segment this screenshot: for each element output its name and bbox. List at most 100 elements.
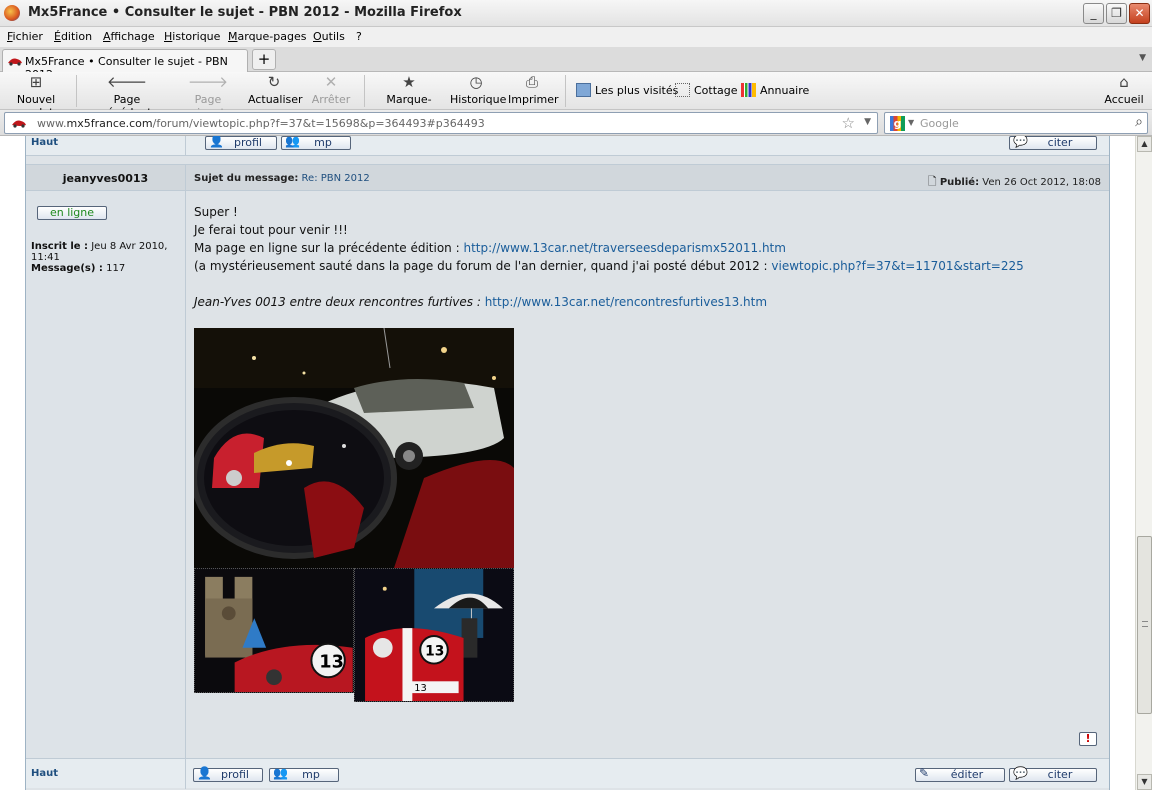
toolbar-separator	[76, 75, 77, 107]
tab-current[interactable]: Mx5France • Consulter le sujet - PBN 201…	[2, 49, 248, 81]
messages-label: Message(s) :	[31, 263, 103, 274]
bookmark-cottage[interactable]: Cottage	[675, 83, 738, 97]
mx5-favicon-icon	[12, 120, 26, 128]
message-text: Ma page en ligne sur la précédente éditi…	[194, 241, 464, 255]
user-icon: 👤	[209, 136, 224, 148]
menu-historique[interactable]: Historique	[164, 30, 220, 43]
tab-bar: Mx5France • Consulter le sujet - PBN 201…	[0, 47, 1152, 81]
minimize-button[interactable]: _	[1083, 3, 1104, 24]
post-header: jeanyves0013 Sujet du message: Re: PBN 2…	[26, 164, 1109, 192]
menu-marque-pages[interactable]: Marque-pages	[228, 30, 306, 43]
messages-count: 117	[106, 263, 126, 274]
pm-label: mp	[314, 136, 332, 149]
forum-thread-link[interactable]: viewtopic.php?f=37&t=11701&start=225	[771, 259, 1023, 273]
search-magnifier-icon[interactable]: ⌕	[1135, 114, 1143, 130]
menu-affichage[interactable]: Affichage	[103, 30, 155, 43]
google-engine-icon[interactable]: g	[890, 116, 905, 131]
rencontres-link[interactable]: http://www.13car.net/rencontresfurtives1…	[485, 295, 767, 309]
post-body: Super ! Je ferai tout pour venir !!! Ma …	[186, 191, 1109, 758]
history-label: Historique	[450, 93, 507, 106]
new-tab-icon: ⊞	[29, 73, 43, 91]
quote-bubble-icon: 💬	[1013, 766, 1028, 780]
bookmark-star-icon[interactable]: ☆	[842, 114, 855, 132]
mx5-favicon-icon	[8, 58, 22, 66]
svg-text:13: 13	[319, 652, 344, 672]
toolbar-separator	[565, 75, 566, 107]
author-name[interactable]: jeanyves0013	[26, 172, 185, 185]
bottom-top-link[interactable]: Haut	[31, 768, 58, 779]
pm-button-top[interactable]: 👥 mp	[281, 136, 351, 150]
bookmark-label: Les plus visités	[595, 84, 679, 97]
previous-edition-link[interactable]: http://www.13car.net/traverseesdeparismx…	[463, 241, 785, 255]
post-page-icon[interactable]: 🗋	[928, 175, 937, 188]
column-separator	[185, 136, 186, 156]
url-dropdown-icon[interactable]: ▼	[864, 117, 871, 127]
page-content: Haut 👤 profil 👥 mp 💬 citer jeanyves0013 Suj…	[0, 136, 1135, 790]
home-label: Accueil	[1104, 93, 1144, 106]
back-arrow-icon: 🡐	[106, 73, 148, 91]
close-button[interactable]: ✕	[1129, 3, 1150, 24]
scrollbar-thumb[interactable]	[1137, 536, 1152, 714]
vertical-scrollbar[interactable]: ▲ ▼	[1135, 136, 1152, 790]
history-button[interactable]: ◷ Historique	[450, 73, 506, 107]
new-tab-button[interactable]: +	[252, 49, 276, 70]
post-photo-umbrella: 13 13	[354, 568, 514, 702]
profile-button[interactable]: 👤 profil	[193, 766, 263, 782]
print-button[interactable]: ⎙ Imprimer	[508, 74, 559, 107]
message-count-info: Message(s) : 117	[31, 263, 183, 274]
address-field[interactable]: www.mx5france.com/forum/viewtopic.php?f=…	[4, 112, 878, 134]
edit-button[interactable]: ✎ éditer	[915, 767, 1005, 782]
scroll-up-arrow-icon[interactable]: ▲	[1137, 136, 1152, 152]
tab-list-button[interactable]: ▼	[1139, 53, 1146, 63]
restore-button[interactable]: ❐	[1106, 3, 1127, 24]
pm-button[interactable]: 👥 mp	[269, 766, 339, 782]
user-icon: 👤	[197, 766, 212, 780]
search-field[interactable]: g ▼ Google ⌕	[884, 112, 1148, 134]
bookmark-label: Annuaire	[760, 84, 810, 97]
subject-link[interactable]: Re: PBN 2012	[302, 173, 370, 184]
window-titlebar: Mx5France • Consulter le sujet - PBN 201…	[0, 0, 1152, 27]
bookmark-annuaire[interactable]: Annuaire	[741, 83, 809, 97]
url-toolbar: www.mx5france.com/forum/viewtopic.php?f=…	[0, 110, 1152, 136]
users-icon: 👥	[273, 766, 288, 780]
address-text[interactable]: www.mx5france.com/forum/viewtopic.php?f=…	[37, 117, 485, 130]
grip-icon	[1142, 621, 1148, 627]
stop-button[interactable]: ✕ Arrêter	[308, 74, 354, 107]
edit-label: éditer	[950, 768, 984, 781]
top-link[interactable]: Haut	[31, 137, 58, 148]
history-clock-icon: ◷	[469, 73, 483, 91]
message-line: Super !	[194, 205, 238, 219]
reload-button[interactable]: ↻ Actualiser	[248, 74, 303, 107]
bookmark-label: Cottage	[694, 84, 738, 97]
online-status-badge: en ligne	[37, 206, 107, 220]
quote-button[interactable]: 💬 citer	[1009, 766, 1097, 782]
post-message: Super ! Je ferai tout pour venir !!! Ma …	[194, 203, 1024, 311]
firefox-logo-icon	[4, 5, 20, 21]
svg-text:13: 13	[425, 644, 444, 660]
menu-edition[interactable]: Édition	[54, 30, 92, 43]
annuaire-bars-icon	[741, 83, 756, 97]
message-line: Jean-Yves 0013 entre deux rencontres fur…	[194, 293, 1024, 311]
post-photo-mirror	[194, 328, 514, 568]
post-photo-notre-dame: 13	[194, 568, 354, 693]
engine-dropdown-icon[interactable]: ▼	[908, 118, 914, 127]
author-meta: Inscrit le : Jeu 8 Avr 2010, 11:41 Messa…	[31, 241, 183, 274]
menu-fichier[interactable]: Fichier	[7, 30, 43, 43]
joined-label: Inscrit le :	[31, 241, 89, 252]
author-panel: en ligne Inscrit le : Jeu 8 Avr 2010, 11…	[26, 191, 185, 758]
menu-help[interactable]: ?	[356, 30, 362, 43]
quote-label: citer	[1047, 136, 1073, 149]
bookmark-most-visited[interactable]: Les plus visités	[576, 83, 678, 97]
home-button[interactable]: ⌂ Accueil	[1104, 74, 1144, 107]
posted-date-value: Ven 26 Oct 2012, 18:08	[982, 177, 1101, 188]
scroll-down-arrow-icon[interactable]: ▼	[1137, 774, 1152, 790]
stop-label: Arrêter	[311, 93, 351, 106]
quote-button-top[interactable]: 💬 citer	[1009, 136, 1097, 150]
profile-button-top[interactable]: 👤 profil	[205, 136, 277, 150]
url-domain: mx5france.com	[66, 117, 153, 130]
message-text: Jean-Yves 0013 entre deux rencontres fur…	[194, 295, 485, 309]
most-visited-icon	[576, 83, 591, 97]
menu-outils[interactable]: Outils	[313, 30, 345, 43]
users-icon: 👥	[285, 136, 300, 148]
report-post-button[interactable]: !	[1079, 732, 1097, 746]
